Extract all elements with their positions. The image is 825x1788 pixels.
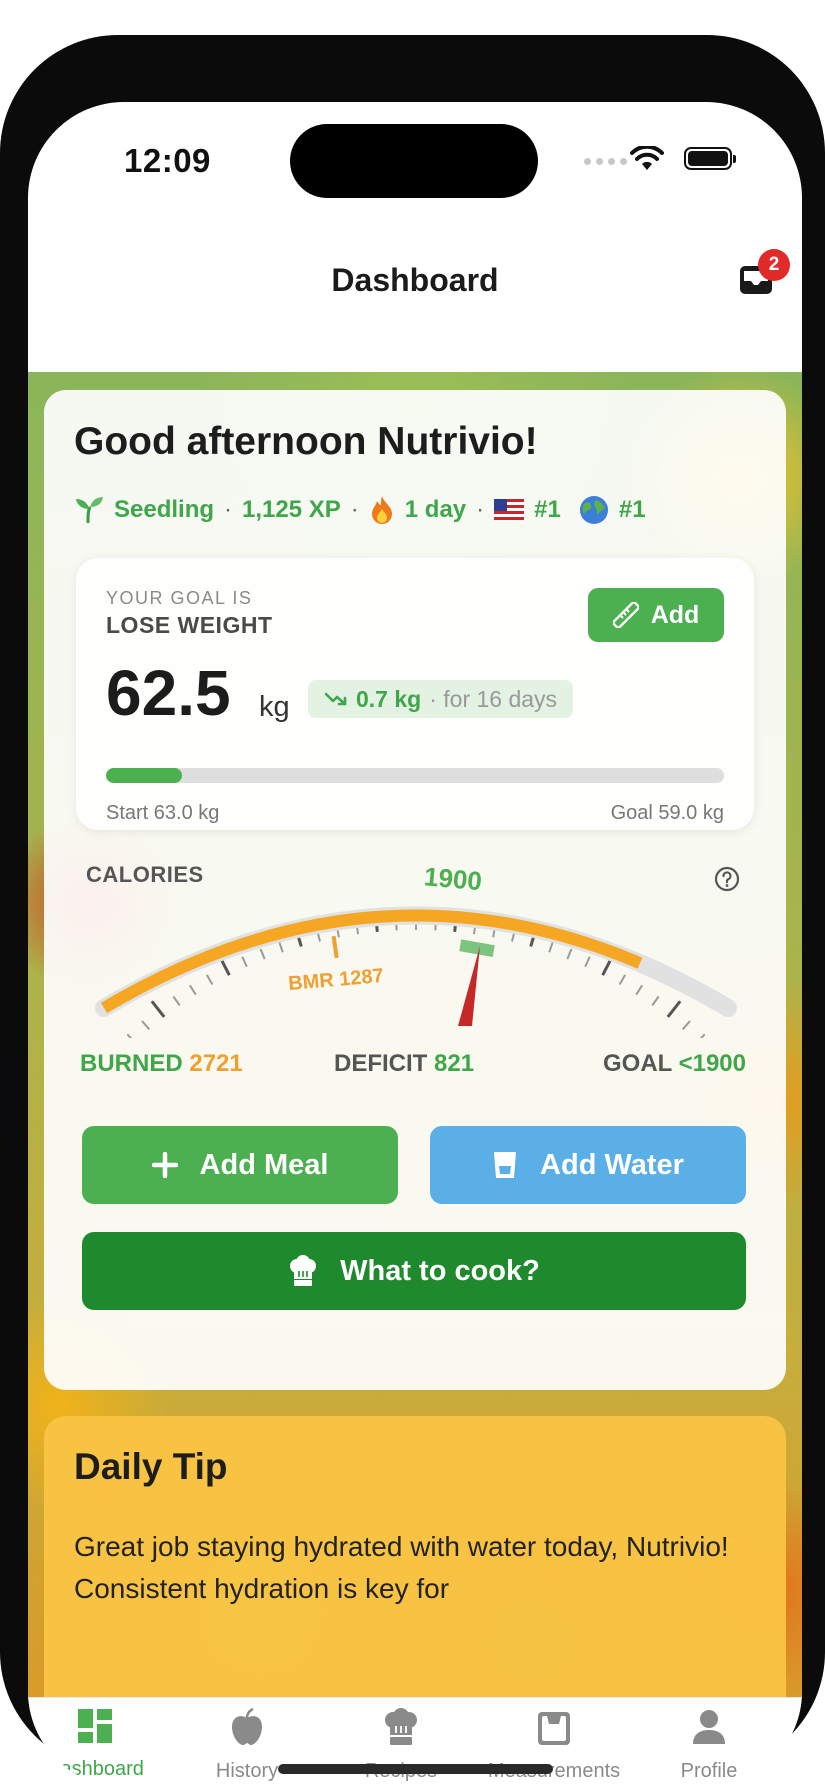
goal-calories-value: <1900 <box>678 1050 746 1077</box>
goal-calories-label: GOAL <box>603 1050 672 1077</box>
gauge-tick <box>189 984 197 996</box>
gauge-tick <box>141 1020 150 1030</box>
weight-change-value: 0.7 kg <box>356 685 422 712</box>
goal-weight-label: Goal 59.0 kg <box>610 802 724 824</box>
status-time: 12:09 <box>124 142 211 179</box>
gauge-tick <box>278 941 284 953</box>
bmr-label: BMR 1287 <box>287 965 384 995</box>
fire-icon <box>371 496 392 524</box>
dashboard-icon <box>78 1709 112 1743</box>
chef-hat-icon <box>290 1255 317 1286</box>
daily-tip-card: Daily Tip Great job staying hydrated wit… <box>44 1416 786 1697</box>
add-meal-button[interactable]: Add Meal <box>82 1126 398 1204</box>
glass-icon <box>494 1152 517 1178</box>
weight-change-period: · for 16 days <box>429 685 558 712</box>
tab-label: Dashboard <box>46 1758 144 1780</box>
gauge-tick <box>651 995 660 1006</box>
weight-change-badge: 0.7 kg · for 16 days <box>308 680 574 718</box>
weight-goal-card: YOUR GOAL IS LOSE WEIGHT Add 62.5 kg 0.7… <box>76 558 754 830</box>
gauge-tick <box>259 948 266 960</box>
gauge-tick <box>172 995 181 1006</box>
greeting: Good afternoon Nutrivio! <box>74 420 538 463</box>
summary-card: Good afternoon Nutrivio! Seedling · 1,12… <box>44 390 786 1390</box>
scale-icon <box>538 1712 570 1745</box>
add-water-button[interactable]: Add Water <box>430 1126 746 1204</box>
streak-label: 1 day <box>404 496 467 523</box>
gauge-tick <box>241 956 248 968</box>
notification-badge: 2 <box>758 249 790 281</box>
apple-icon <box>232 1708 262 1745</box>
xp-label: 1,125 XP <box>242 496 341 523</box>
deficit-value: 821 <box>434 1050 475 1077</box>
daily-tip-body: Great job staying hydrated with water to… <box>74 1531 729 1604</box>
ruler-icon <box>612 602 639 628</box>
home-indicator <box>278 1764 553 1774</box>
weight-progress-fill <box>106 768 182 783</box>
add-meal-label: Add Meal <box>199 1148 329 1181</box>
person-icon <box>693 1710 725 1744</box>
burned-value: 2721 <box>189 1050 243 1077</box>
stats-row: Seedling · 1,125 XP · 1 day · #1 #1 <box>74 495 646 525</box>
cellular-signal-icon <box>584 158 627 165</box>
gauge-ticks <box>126 911 706 1038</box>
what-to-cook-button[interactable]: What to cook? <box>82 1232 746 1310</box>
gauge-goal-segment <box>459 939 495 958</box>
plus-icon <box>151 1152 178 1178</box>
gauge-tick <box>566 948 573 960</box>
tab-profile[interactable]: Profile <box>634 1708 784 1783</box>
phone-frame: 12:09 Dashboard 2 Good afternoon Nutrivi… <box>0 35 825 1787</box>
tab-label: Profile <box>680 1760 738 1782</box>
global-rank: #1 <box>618 496 646 523</box>
goal-label: LOSE WEIGHT <box>106 612 273 638</box>
weight-unit: kg <box>259 691 290 723</box>
burned-stat: BURNED 2721 <box>80 1050 243 1078</box>
page-title: Dashboard <box>331 262 499 298</box>
bmr-marker <box>331 935 339 959</box>
gauge-tick <box>682 1020 691 1030</box>
gauge-tick <box>205 974 214 985</box>
current-weight: 62.5 <box>106 657 231 729</box>
separator: · <box>350 496 359 523</box>
us-flag-icon <box>494 499 525 521</box>
sprout-icon <box>76 497 103 524</box>
deficit-stat: DEFICIT 821 <box>334 1050 474 1078</box>
add-measurement-button[interactable]: Add <box>588 588 724 642</box>
daily-tip-title: Daily Tip <box>74 1446 228 1487</box>
goal-prelabel: YOUR GOAL IS <box>106 588 253 608</box>
gauge-tick <box>150 1000 166 1018</box>
gauge-tick <box>126 1033 133 1038</box>
status-bar: 12:09 <box>28 102 802 222</box>
burned-label: BURNED <box>80 1050 183 1077</box>
gauge-tick <box>635 984 643 996</box>
deficit-label: DEFICIT <box>334 1050 428 1077</box>
add-button-label: Add <box>650 600 700 629</box>
goal-marker-label: 1900 <box>423 868 483 896</box>
gauge-needle <box>458 946 480 1026</box>
globe-icon <box>579 496 608 524</box>
gauge-tick <box>584 956 591 968</box>
what-to-cook-label: What to cook? <box>340 1254 540 1287</box>
tab-dashboard[interactable]: Dashboard <box>28 1708 170 1781</box>
chef-hat-icon <box>385 1708 417 1745</box>
level-label: Seedling <box>114 496 215 523</box>
gauge-tick <box>666 1000 682 1018</box>
separator: · <box>476 496 485 523</box>
separator: · <box>224 496 233 523</box>
scroll-content[interactable]: Good afternoon Nutrivio! Seedling · 1,12… <box>28 372 802 1697</box>
start-weight-label: Start 63.0 kg <box>106 802 220 824</box>
nav-header: Dashboard 2 <box>28 222 802 372</box>
weight-progress-bar <box>106 768 724 783</box>
battery-icon <box>684 147 736 170</box>
gauge-tick <box>548 941 554 953</box>
calorie-gauge: BMR 1287 1900 <box>95 868 737 1038</box>
country-rank: #1 <box>534 496 561 523</box>
wifi-icon <box>630 146 664 170</box>
goal-calories-stat: GOAL <1900 <box>603 1050 746 1078</box>
trending-down-icon <box>324 692 347 706</box>
gauge-tick <box>699 1033 706 1038</box>
screen: 12:09 Dashboard 2 Good afternoon Nutrivi… <box>28 102 802 1787</box>
dynamic-island <box>290 124 538 198</box>
add-water-label: Add Water <box>540 1148 684 1181</box>
gauge-tick <box>618 974 627 985</box>
